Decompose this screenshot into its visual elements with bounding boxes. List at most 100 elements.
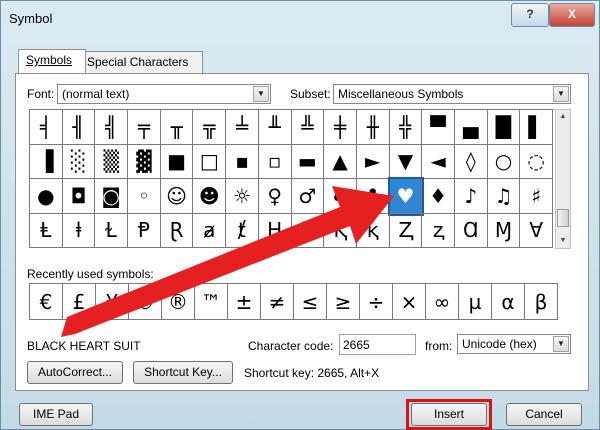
subset-select[interactable]: Miscellaneous Symbols ▼ [333, 84, 571, 104]
symbol-cell[interactable]: ⱦ [226, 213, 259, 248]
shortcut-key-button[interactable]: Shortcut Key... [133, 361, 233, 384]
symbol-cell[interactable]: □ [193, 144, 227, 179]
symbol-cell[interactable]: ▓ [128, 144, 161, 179]
symbol-cell[interactable]: ♪ [454, 179, 488, 214]
symbol-cell[interactable]: Ⱬ [389, 213, 423, 248]
symbol-cell[interactable]: ♂ [291, 179, 325, 214]
symbol-cell[interactable]: ▀ [422, 110, 455, 145]
symbol-cell[interactable]: Ɽ [160, 213, 194, 248]
symbol-cell[interactable]: ╩ [291, 110, 325, 145]
recent-symbol-cell[interactable]: ∞ [426, 284, 459, 320]
symbol-cell[interactable]: ▬ [291, 144, 325, 179]
scroll-thumb[interactable] [557, 209, 569, 227]
symbol-cell[interactable]: ■ [160, 144, 194, 179]
symbol-cell[interactable]: ⱬ [422, 213, 455, 248]
symbol-cell[interactable]: ╫ [356, 110, 390, 145]
symbol-cell[interactable]: ╪ [324, 110, 357, 145]
symbol-cell[interactable]: Ᵽ [128, 213, 161, 248]
chevron-down-icon[interactable]: ▼ [553, 86, 569, 102]
symbol-cell[interactable]: ○ [487, 144, 521, 179]
tab-symbols[interactable]: Symbols [18, 49, 86, 73]
recent-symbol-cell[interactable]: ¥ [96, 284, 129, 320]
symbol-cell[interactable]: ╣ [95, 110, 129, 145]
symbol-cell[interactable]: ◄ [422, 144, 455, 179]
symbol-cell[interactable]: Ɑ [454, 213, 488, 248]
scroll-down-icon[interactable]: ▼ [556, 234, 570, 248]
symbol-cell[interactable]: ▲ [324, 144, 357, 179]
symbol-grid-scrollbar[interactable]: ▲ ▼ [555, 109, 571, 249]
symbol-cell[interactable]: ♥ [387, 177, 425, 216]
symbol-cell[interactable]: Ɱ [487, 213, 521, 248]
from-label: from: [425, 339, 453, 353]
symbol-cell[interactable]: ▌ [520, 110, 553, 145]
symbol-cell[interactable]: ♣ [356, 179, 390, 214]
symbol-cell[interactable]: ◘ [62, 179, 96, 214]
recent-symbol-cell[interactable]: ± [228, 284, 261, 320]
symbol-cell[interactable]: ▪ [226, 144, 259, 179]
symbol-cell[interactable]: Ɐ [520, 213, 553, 248]
recent-symbol-cell[interactable]: µ [459, 284, 492, 320]
symbol-cell[interactable]: ⱨ [291, 213, 325, 248]
symbol-cell[interactable]: Ⱨ [258, 213, 292, 248]
recent-symbol-cell[interactable]: ≠ [261, 284, 294, 320]
ime-pad-button[interactable]: IME Pad [19, 403, 93, 426]
recent-symbol-cell[interactable]: ÷ [360, 284, 393, 320]
symbol-cell[interactable]: ⱥ [193, 213, 227, 248]
symbol-cell[interactable]: ◙ [95, 179, 129, 214]
symbol-cell[interactable]: ⱡ [62, 213, 96, 248]
symbol-cell[interactable]: ▄ [454, 110, 488, 145]
symbol-cell[interactable]: ♀ [258, 179, 292, 214]
recent-symbol-cell[interactable]: ≤ [294, 284, 327, 320]
chevron-down-icon[interactable]: ▼ [553, 336, 569, 352]
scroll-up-icon[interactable]: ▲ [556, 110, 570, 124]
symbol-cell[interactable]: ╨ [258, 110, 292, 145]
symbol-cell[interactable]: ♫ [487, 179, 521, 214]
symbol-cell[interactable]: ▐ [30, 144, 63, 179]
from-select[interactable]: Unicode (hex) ▼ [457, 334, 571, 354]
symbol-cell[interactable]: ◦ [128, 179, 161, 214]
symbol-cell[interactable]: ╢ [62, 110, 96, 145]
symbol-cell[interactable]: ⱪ [356, 213, 390, 248]
symbol-cell[interactable]: ☼ [226, 179, 259, 214]
recent-symbol-cell[interactable]: £ [63, 284, 96, 320]
symbol-cell[interactable]: ♯ [520, 179, 553, 214]
font-select[interactable]: (normal text) ▼ [57, 84, 271, 104]
symbol-cell[interactable]: ▒ [95, 144, 129, 179]
symbol-cell[interactable]: ╥ [160, 110, 194, 145]
symbol-cell[interactable]: ▼ [389, 144, 423, 179]
chevron-down-icon[interactable]: ▼ [253, 86, 269, 102]
symbol-cell[interactable]: ● [30, 179, 63, 214]
symbol-cell[interactable]: ╬ [389, 110, 423, 145]
recent-symbol-cell[interactable]: α [492, 284, 525, 320]
symbol-cell[interactable]: █ [487, 110, 521, 145]
character-code-field[interactable]: 2665 [339, 334, 416, 355]
recent-symbol-cell[interactable]: ® [162, 284, 195, 320]
symbol-cell[interactable]: Ⱡ [30, 213, 63, 248]
symbol-cell[interactable]: ╤ [128, 110, 161, 145]
tab-special-characters[interactable]: Special Characters [79, 51, 203, 73]
symbol-cell[interactable]: ♠ [324, 179, 357, 214]
recent-symbol-cell[interactable]: × [393, 284, 426, 320]
symbol-cell[interactable]: ╦ [193, 110, 227, 145]
symbol-cell[interactable]: ☻ [193, 179, 227, 214]
recent-symbol-cell[interactable]: ≥ [327, 284, 360, 320]
symbol-cell[interactable]: ◌ [520, 144, 553, 179]
help-button[interactable]: ? [511, 3, 549, 27]
recent-symbol-cell[interactable]: β [525, 284, 558, 320]
recent-symbol-cell[interactable]: € [30, 284, 63, 320]
close-button[interactable]: X [549, 3, 595, 27]
recent-symbol-cell[interactable]: © [129, 284, 162, 320]
symbol-cell[interactable]: ♦ [422, 179, 455, 214]
symbol-cell[interactable]: ╧ [226, 110, 259, 145]
symbol-cell[interactable]: ▫ [258, 144, 292, 179]
autocorrect-button[interactable]: AutoCorrect... [27, 361, 123, 384]
symbol-cell[interactable]: Ɫ [95, 213, 129, 248]
recent-symbol-cell[interactable]: ™ [195, 284, 228, 320]
symbol-cell[interactable]: ☺ [160, 179, 194, 214]
symbol-cell[interactable]: ╡ [30, 110, 63, 145]
symbol-cell[interactable]: ► [356, 144, 390, 179]
symbol-cell[interactable]: Ⱪ [324, 213, 357, 248]
symbol-cell[interactable]: ◊ [454, 144, 488, 179]
symbol-cell[interactable]: ░ [62, 144, 96, 179]
cancel-button[interactable]: Cancel [506, 403, 582, 426]
